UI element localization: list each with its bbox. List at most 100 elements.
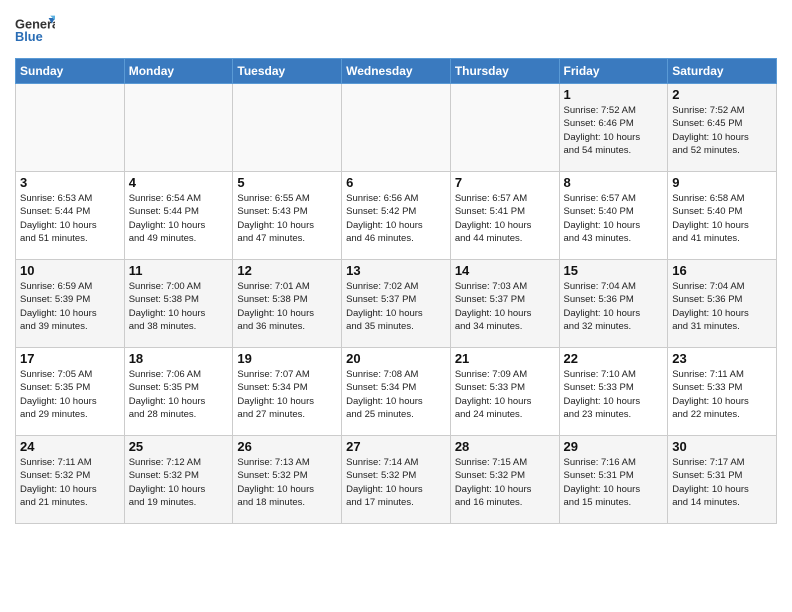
calendar-day-header: Thursday [450, 59, 559, 84]
day-info: Sunrise: 6:54 AM Sunset: 5:44 PM Dayligh… [129, 192, 229, 245]
calendar-day-cell: 23 Sunrise: 7:11 AM Sunset: 5:33 PM Dayli… [668, 348, 777, 436]
day-number: 10 [20, 263, 120, 278]
calendar-table: SundayMondayTuesdayWednesdayThursdayFrid… [15, 58, 777, 524]
day-number: 20 [346, 351, 446, 366]
calendar-day-cell: 8 Sunrise: 6:57 AM Sunset: 5:40 PM Daylig… [559, 172, 668, 260]
day-number: 3 [20, 175, 120, 190]
calendar-day-cell: 28 Sunrise: 7:15 AM Sunset: 5:32 PM Dayli… [450, 436, 559, 524]
day-number: 28 [455, 439, 555, 454]
day-number: 7 [455, 175, 555, 190]
day-info: Sunrise: 7:04 AM Sunset: 5:36 PM Dayligh… [672, 280, 772, 333]
day-info: Sunrise: 7:07 AM Sunset: 5:34 PM Dayligh… [237, 368, 337, 421]
day-number: 26 [237, 439, 337, 454]
calendar-day-cell [124, 84, 233, 172]
calendar-day-header: Friday [559, 59, 668, 84]
day-info: Sunrise: 6:55 AM Sunset: 5:43 PM Dayligh… [237, 192, 337, 245]
day-info: Sunrise: 7:16 AM Sunset: 5:31 PM Dayligh… [564, 456, 664, 509]
calendar-week-row: 3 Sunrise: 6:53 AM Sunset: 5:44 PM Daylig… [16, 172, 777, 260]
day-info: Sunrise: 7:03 AM Sunset: 5:37 PM Dayligh… [455, 280, 555, 333]
day-info: Sunrise: 7:00 AM Sunset: 5:38 PM Dayligh… [129, 280, 229, 333]
day-info: Sunrise: 7:52 AM Sunset: 6:46 PM Dayligh… [564, 104, 664, 157]
calendar-day-cell: 19 Sunrise: 7:07 AM Sunset: 5:34 PM Dayli… [233, 348, 342, 436]
day-number: 8 [564, 175, 664, 190]
day-number: 19 [237, 351, 337, 366]
day-number: 25 [129, 439, 229, 454]
calendar-day-cell: 26 Sunrise: 7:13 AM Sunset: 5:32 PM Dayli… [233, 436, 342, 524]
day-number: 1 [564, 87, 664, 102]
calendar-day-header: Saturday [668, 59, 777, 84]
day-number: 12 [237, 263, 337, 278]
day-info: Sunrise: 6:53 AM Sunset: 5:44 PM Dayligh… [20, 192, 120, 245]
day-info: Sunrise: 6:58 AM Sunset: 5:40 PM Dayligh… [672, 192, 772, 245]
day-info: Sunrise: 7:17 AM Sunset: 5:31 PM Dayligh… [672, 456, 772, 509]
calendar-day-cell: 21 Sunrise: 7:09 AM Sunset: 5:33 PM Dayli… [450, 348, 559, 436]
day-number: 6 [346, 175, 446, 190]
calendar-day-cell [16, 84, 125, 172]
calendar-day-cell: 5Sunrise: 6:55 AM Sunset: 5:43 PM Daylig… [233, 172, 342, 260]
calendar-day-cell: 20 Sunrise: 7:08 AM Sunset: 5:34 PM Dayli… [342, 348, 451, 436]
day-info: Sunrise: 7:06 AM Sunset: 5:35 PM Dayligh… [129, 368, 229, 421]
day-info: Sunrise: 7:04 AM Sunset: 5:36 PM Dayligh… [564, 280, 664, 333]
day-info: Sunrise: 7:05 AM Sunset: 5:35 PM Dayligh… [20, 368, 120, 421]
day-info: Sunrise: 7:09 AM Sunset: 5:33 PM Dayligh… [455, 368, 555, 421]
day-number: 23 [672, 351, 772, 366]
calendar-day-cell: 3 Sunrise: 6:53 AM Sunset: 5:44 PM Daylig… [16, 172, 125, 260]
calendar-day-cell: 30Sunrise: 7:17 AM Sunset: 5:31 PM Dayli… [668, 436, 777, 524]
calendar-container: General Blue SundayMondayTuesdayWednesda… [0, 0, 792, 612]
day-info: Sunrise: 7:12 AM Sunset: 5:32 PM Dayligh… [129, 456, 229, 509]
calendar-day-cell: 22 Sunrise: 7:10 AM Sunset: 5:33 PM Dayli… [559, 348, 668, 436]
calendar-header-row: SundayMondayTuesdayWednesdayThursdayFrid… [16, 59, 777, 84]
day-info: Sunrise: 7:13 AM Sunset: 5:32 PM Dayligh… [237, 456, 337, 509]
day-info: Sunrise: 6:57 AM Sunset: 5:41 PM Dayligh… [455, 192, 555, 245]
header: General Blue [15, 10, 777, 50]
calendar-week-row: 1 Sunrise: 7:52 AM Sunset: 6:46 PM Daylig… [16, 84, 777, 172]
calendar-day-cell: 29 Sunrise: 7:16 AM Sunset: 5:31 PM Dayli… [559, 436, 668, 524]
day-number: 15 [564, 263, 664, 278]
calendar-day-cell: 25 Sunrise: 7:12 AM Sunset: 5:32 PM Dayli… [124, 436, 233, 524]
day-number: 21 [455, 351, 555, 366]
calendar-week-row: 24Sunrise: 7:11 AM Sunset: 5:32 PM Dayli… [16, 436, 777, 524]
day-info: Sunrise: 7:11 AM Sunset: 5:33 PM Dayligh… [672, 368, 772, 421]
day-info: Sunrise: 7:01 AM Sunset: 5:38 PM Dayligh… [237, 280, 337, 333]
calendar-day-cell: 13 Sunrise: 7:02 AM Sunset: 5:37 PM Dayli… [342, 260, 451, 348]
day-info: Sunrise: 7:15 AM Sunset: 5:32 PM Dayligh… [455, 456, 555, 509]
day-info: Sunrise: 6:59 AM Sunset: 5:39 PM Dayligh… [20, 280, 120, 333]
calendar-day-cell: 18 Sunrise: 7:06 AM Sunset: 5:35 PM Dayli… [124, 348, 233, 436]
calendar-day-cell: 2 Sunrise: 7:52 AM Sunset: 6:45 PM Daylig… [668, 84, 777, 172]
day-info: Sunrise: 7:10 AM Sunset: 5:33 PM Dayligh… [564, 368, 664, 421]
calendar-week-row: 17 Sunrise: 7:05 AM Sunset: 5:35 PM Dayli… [16, 348, 777, 436]
logo: General Blue [15, 10, 55, 50]
calendar-day-header: Monday [124, 59, 233, 84]
calendar-day-header: Tuesday [233, 59, 342, 84]
day-number: 24 [20, 439, 120, 454]
calendar-day-cell: 16Sunrise: 7:04 AM Sunset: 5:36 PM Dayli… [668, 260, 777, 348]
day-number: 29 [564, 439, 664, 454]
calendar-day-cell: 1 Sunrise: 7:52 AM Sunset: 6:46 PM Daylig… [559, 84, 668, 172]
calendar-day-cell: 10 Sunrise: 6:59 AM Sunset: 5:39 PM Dayli… [16, 260, 125, 348]
day-info: Sunrise: 7:08 AM Sunset: 5:34 PM Dayligh… [346, 368, 446, 421]
calendar-week-row: 10 Sunrise: 6:59 AM Sunset: 5:39 PM Dayli… [16, 260, 777, 348]
calendar-day-cell: 7 Sunrise: 6:57 AM Sunset: 5:41 PM Daylig… [450, 172, 559, 260]
day-number: 2 [672, 87, 772, 102]
day-number: 18 [129, 351, 229, 366]
day-number: 27 [346, 439, 446, 454]
day-number: 11 [129, 263, 229, 278]
day-number: 17 [20, 351, 120, 366]
day-number: 22 [564, 351, 664, 366]
day-number: 4 [129, 175, 229, 190]
calendar-day-cell: 9Sunrise: 6:58 AM Sunset: 5:40 PM Daylig… [668, 172, 777, 260]
calendar-day-cell [450, 84, 559, 172]
day-number: 13 [346, 263, 446, 278]
logo-icon: General Blue [15, 10, 55, 50]
calendar-day-cell [342, 84, 451, 172]
svg-text:Blue: Blue [15, 29, 43, 44]
calendar-day-header: Wednesday [342, 59, 451, 84]
calendar-day-cell: 27 Sunrise: 7:14 AM Sunset: 5:32 PM Dayli… [342, 436, 451, 524]
calendar-day-cell: 15 Sunrise: 7:04 AM Sunset: 5:36 PM Dayli… [559, 260, 668, 348]
calendar-day-cell: 17 Sunrise: 7:05 AM Sunset: 5:35 PM Dayli… [16, 348, 125, 436]
day-info: Sunrise: 6:57 AM Sunset: 5:40 PM Dayligh… [564, 192, 664, 245]
day-info: Sunrise: 7:52 AM Sunset: 6:45 PM Dayligh… [672, 104, 772, 157]
day-info: Sunrise: 7:14 AM Sunset: 5:32 PM Dayligh… [346, 456, 446, 509]
calendar-day-cell: 4 Sunrise: 6:54 AM Sunset: 5:44 PM Daylig… [124, 172, 233, 260]
day-info: Sunrise: 7:02 AM Sunset: 5:37 PM Dayligh… [346, 280, 446, 333]
